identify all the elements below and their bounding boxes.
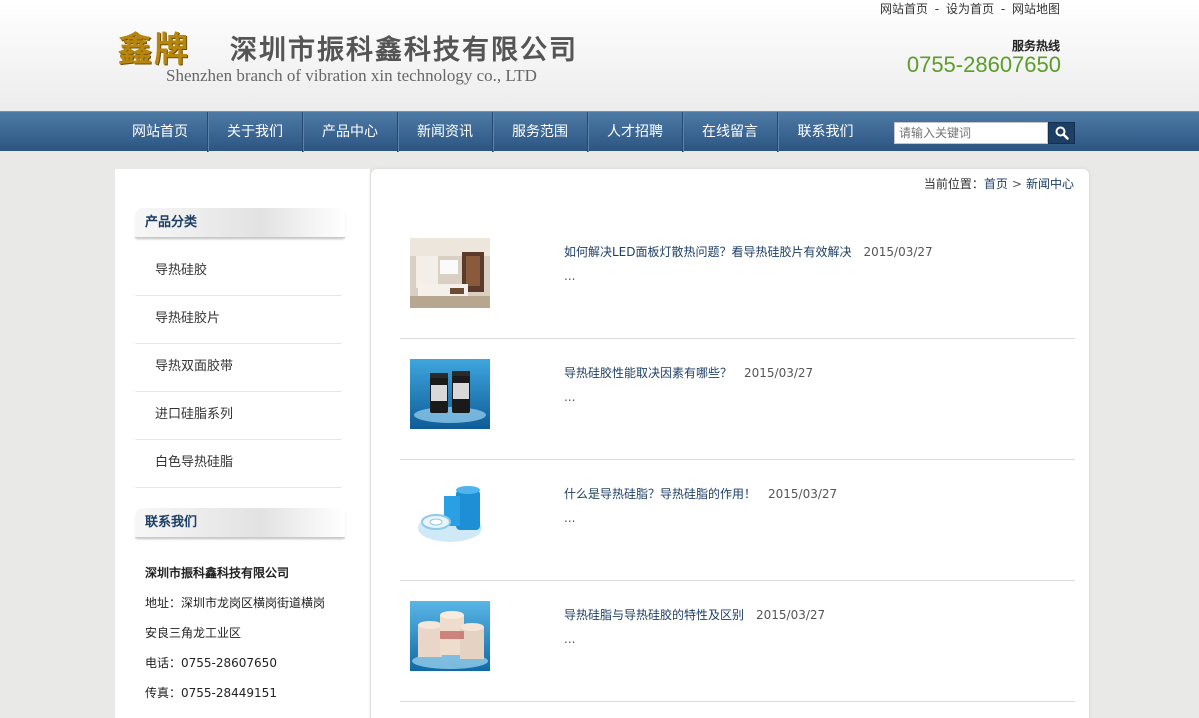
nav-item-jobs[interactable]: 人才招聘 — [588, 112, 683, 152]
nav-items: 网站首页 关于我们 产品中心 新闻资讯 服务范围 人才招聘 在线留言 联系我们 — [113, 112, 873, 152]
nav-item-services[interactable]: 服务范围 — [493, 112, 588, 152]
news-title-row: 什么是导热硅脂？导热硅脂的作用！ 2015/03/27 — [564, 485, 837, 502]
contact-company: 深圳市振科鑫科技有限公司 — [145, 566, 290, 580]
top-link-home[interactable]: 网站首页 — [880, 2, 928, 16]
top-link-separator: - — [934, 2, 940, 16]
site-logo[interactable]: 鑫牌 深圳市振科鑫科技有限公司 Shenzhen branch of vibra… — [118, 22, 638, 92]
top-link-set-homepage[interactable]: 设为首页 — [946, 2, 994, 16]
breadcrumb-separator: > — [1011, 177, 1022, 191]
news-date: 2015/03/27 — [744, 366, 814, 380]
silicone-jars-image[interactable] — [410, 359, 490, 429]
news-title[interactable]: 导热硅脂与导热硅胶的特性及区别 — [564, 608, 744, 622]
breadcrumb-prefix: 当前位置： — [923, 177, 984, 191]
grease-tubs-image[interactable] — [410, 601, 490, 671]
news-title-row: 如何解决LED面板灯散热问题？看导热硅胶片有效解决 2015/03/27 — [564, 243, 933, 260]
site-header: 鑫牌 深圳市振科鑫科技有限公司 Shenzhen branch of vibra… — [0, 0, 1199, 111]
news-list: 如何解决LED面板灯散热问题？看导热硅胶片有效解决 2015/03/27 ... — [400, 218, 1075, 702]
contact-heading: 联系我们 — [135, 508, 345, 538]
contact-info: 深圳市振科鑫科技有限公司 地址：深圳市龙岗区横岗街道横岗 安良三角龙工业区 电话… — [145, 558, 355, 708]
search-input[interactable] — [894, 122, 1048, 144]
contact-address: 地址：深圳市龙岗区横岗街道横岗 — [145, 596, 326, 610]
blue-tape-roll-image[interactable] — [410, 480, 490, 550]
logo-english-name: Shenzhen branch of vibration xin technol… — [166, 66, 537, 85]
news-title[interactable]: 导热硅胶性能取决因素有哪些？ — [564, 366, 732, 380]
logo-brand-text: 鑫牌 — [118, 30, 190, 70]
main-content: 当前位置：首页 > 新闻中心 如何解决LED面板灯散热问题？看导热硅胶片有效解决… — [371, 169, 1089, 718]
news-date: 2015/03/27 — [768, 487, 838, 501]
category-item[interactable]: 白色导热硅脂 — [135, 440, 342, 488]
news-excerpt: ... — [564, 511, 576, 525]
nav-item-contact[interactable]: 联系我们 — [778, 112, 873, 152]
category-item[interactable]: 导热硅胶片 — [135, 296, 342, 344]
contact-fax: 传真：0755-28449151 — [145, 686, 277, 700]
top-links: 网站首页 - 设为首页 - 网站地图 — [880, 0, 1060, 17]
top-link-sitemap[interactable]: 网站地图 — [1012, 2, 1060, 16]
search-icon — [1055, 126, 1069, 140]
category-heading: 产品分类 — [135, 208, 345, 238]
nav-item-about[interactable]: 关于我们 — [208, 112, 303, 152]
hotline-number: 0755-28607650 — [906, 52, 1061, 77]
logo-company-name: 深圳市振科鑫科技有限公司 — [230, 35, 578, 66]
search-button[interactable] — [1048, 122, 1075, 144]
news-title-row: 导热硅胶性能取决因素有哪些？ 2015/03/27 — [564, 364, 813, 381]
contact-address-cont: 安良三角龙工业区 — [145, 626, 242, 640]
news-item: 如何解决LED面板灯散热问题？看导热硅胶片有效解决 2015/03/27 ... — [400, 218, 1075, 339]
news-item: 导热硅胶性能取决因素有哪些？ 2015/03/27 ... — [400, 339, 1075, 460]
nav-item-home[interactable]: 网站首页 — [113, 112, 208, 152]
nav-item-feedback[interactable]: 在线留言 — [683, 112, 778, 152]
main-nav: 网站首页 关于我们 产品中心 新闻资讯 服务范围 人才招聘 在线留言 联系我们 — [0, 111, 1199, 152]
breadcrumb: 当前位置：首页 > 新闻中心 — [924, 175, 1074, 192]
news-title-row: 导热硅脂与导热硅胶的特性及区别 2015/03/27 — [564, 606, 825, 623]
news-date: 2015/03/27 — [863, 245, 933, 259]
nav-item-products[interactable]: 产品中心 — [303, 112, 398, 152]
contact-phone: 电话：0755-28607650 — [145, 656, 277, 670]
category-list: 导热硅胶 导热硅胶片 导热双面胶带 进口硅脂系列 白色导热硅脂 — [135, 248, 342, 488]
news-title[interactable]: 如何解决LED面板灯散热问题？看导热硅胶片有效解决 — [564, 245, 852, 259]
news-date: 2015/03/27 — [756, 608, 826, 622]
news-item: 导热硅脂与导热硅胶的特性及区别 2015/03/27 ... — [400, 581, 1075, 702]
nav-item-news[interactable]: 新闻资讯 — [398, 112, 493, 152]
category-item[interactable]: 导热硅胶 — [135, 248, 342, 296]
sidebar: 产品分类 导热硅胶 导热硅胶片 导热双面胶带 进口硅脂系列 白色导热硅脂 联系我… — [115, 169, 370, 718]
breadcrumb-home[interactable]: 首页 — [984, 177, 1008, 191]
news-title[interactable]: 什么是导热硅脂？导热硅脂的作用！ — [564, 487, 756, 501]
living-room-image[interactable] — [410, 238, 490, 308]
news-excerpt: ... — [564, 632, 576, 646]
top-link-separator: - — [1000, 2, 1006, 16]
news-excerpt: ... — [564, 390, 576, 404]
news-item: 什么是导热硅脂？导热硅脂的作用！ 2015/03/27 ... — [400, 460, 1075, 581]
breadcrumb-current[interactable]: 新闻中心 — [1026, 177, 1074, 191]
news-excerpt: ... — [564, 269, 576, 283]
search-box — [894, 122, 1075, 144]
category-item[interactable]: 进口硅脂系列 — [135, 392, 342, 440]
category-item[interactable]: 导热双面胶带 — [135, 344, 342, 392]
